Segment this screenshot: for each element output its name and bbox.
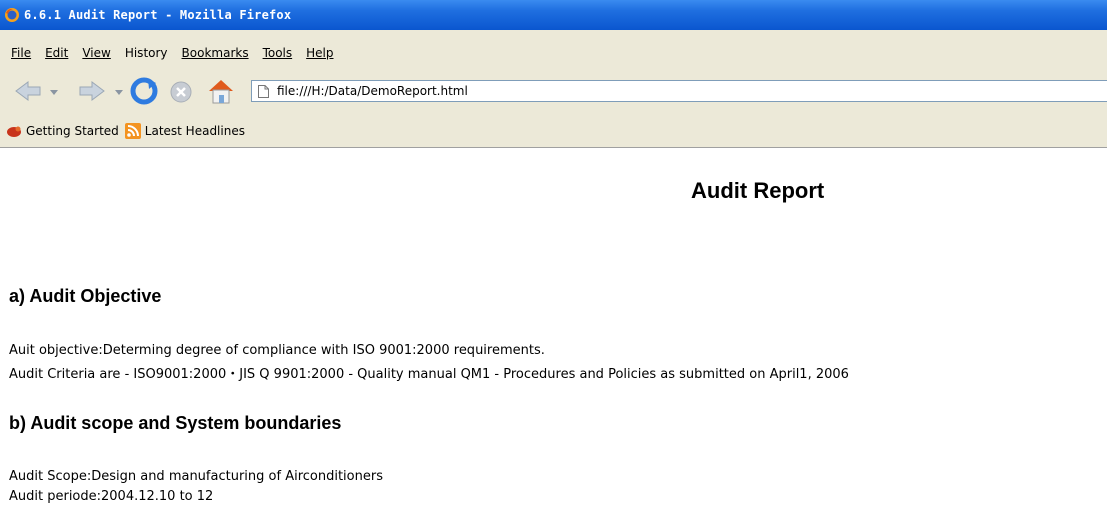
window-titlebar: 6.6.1 Audit Report - Mozilla Firefox <box>0 0 1107 30</box>
page-icon <box>258 84 269 98</box>
menu-edit[interactable]: Edit <box>38 46 75 60</box>
back-button[interactable] <box>14 80 42 102</box>
audit-period-text: Audit periode:2004.12.10 to 12 <box>9 489 214 504</box>
url-text: file:///H:/Data/DemoReport.html <box>277 84 468 98</box>
section-a-heading: a) Audit Objective <box>9 286 162 306</box>
bookmark-label: Latest Headlines <box>144 123 245 138</box>
url-bar[interactable]: file:///H:/Data/DemoReport.html <box>251 80 1107 102</box>
rss-feed-icon <box>124 122 141 139</box>
menu-bookmarks[interactable]: Bookmarks <box>175 46 256 60</box>
forward-button[interactable] <box>78 80 106 102</box>
bookmark-label: Getting Started <box>26 123 119 138</box>
bookmarks-toolbar: Getting Started Latest Headlines <box>0 114 1107 148</box>
menu-history[interactable]: History <box>118 46 175 60</box>
window-title: 6.6.1 Audit Report - Mozilla Firefox <box>24 8 292 22</box>
getting-started-icon <box>7 126 21 137</box>
menu-tools[interactable]: Tools <box>256 46 300 60</box>
audit-criteria-text: Audit Criteria are - ISO9001:2000・JIS Q … <box>9 367 849 382</box>
bookmark-latest-headlines[interactable]: Latest Headlines <box>124 122 245 139</box>
menu-items: File Edit View History Bookmarks Tools H… <box>4 46 341 60</box>
bookmark-getting-started[interactable]: Getting Started <box>6 124 119 138</box>
section-b-heading: b) Audit scope and System boundaries <box>9 413 342 433</box>
page-content <box>0 148 1107 508</box>
stop-icon[interactable] <box>169 80 193 104</box>
home-icon[interactable] <box>206 77 236 105</box>
forward-dropdown-icon[interactable] <box>114 88 124 96</box>
reload-icon[interactable] <box>130 77 158 105</box>
audit-scope-text: Audit Scope:Design and manufacturing of … <box>9 469 383 484</box>
menu-view[interactable]: View <box>75 46 117 60</box>
firefox-logo-icon <box>5 8 19 22</box>
back-dropdown-icon[interactable] <box>49 88 59 96</box>
menu-help[interactable]: Help <box>299 46 340 60</box>
report-title: Audit Report <box>691 178 825 203</box>
audit-objective-text: Auit objective:Determing degree of compl… <box>9 343 545 358</box>
menu-file[interactable]: File <box>4 46 38 60</box>
